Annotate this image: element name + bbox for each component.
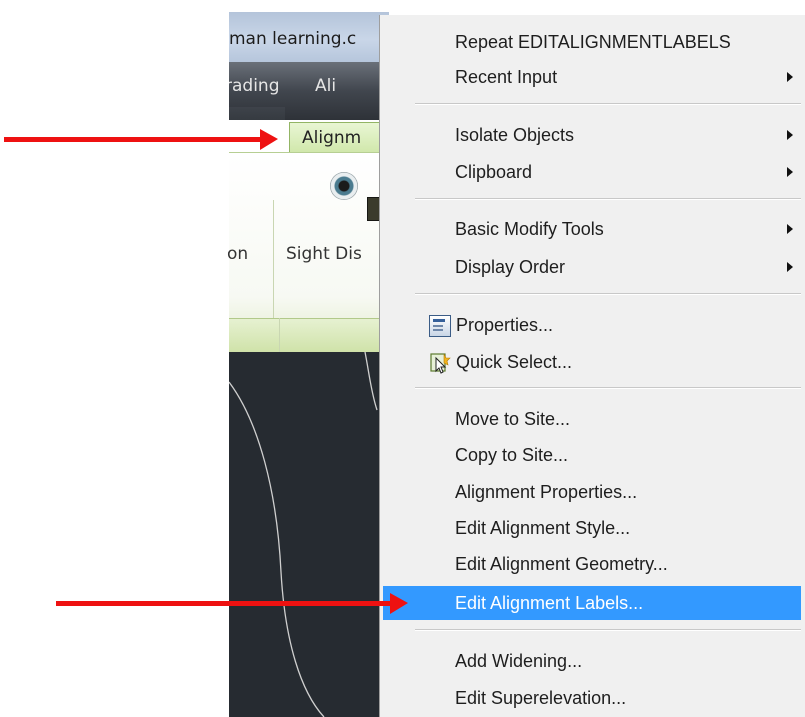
ribbon-tab-bar: rading Ali (229, 62, 389, 120)
title-bar: man learning.c (229, 12, 389, 62)
menu-item-edit-alignment-labels[interactable]: Edit Alignment Labels... (383, 586, 801, 620)
submenu-arrow-icon (787, 224, 793, 234)
quick-select-icon (430, 353, 451, 374)
menu-item-edit-alignment-geometry[interactable]: Edit Alignment Geometry... (383, 549, 801, 579)
submenu-arrow-icon (787, 262, 793, 272)
sight-distance-icon[interactable] (330, 172, 358, 200)
ribbon-label-sight-distance[interactable]: Sight Dis (286, 244, 362, 264)
ribbon-label-partial[interactable]: on (227, 244, 248, 264)
menu-item-copy-to-site[interactable]: Copy to Site... (383, 440, 801, 470)
menu-item-edit-superelevation[interactable]: Edit Superelevation... (383, 683, 801, 713)
menu-item-isolate-objects[interactable]: Isolate Objects (383, 120, 801, 150)
tab-alignment-partial[interactable]: Ali (315, 76, 336, 96)
drawing-area[interactable] (229, 352, 389, 717)
menu-separator (415, 293, 801, 295)
menu-item-add-widening[interactable]: Add Widening... (383, 646, 801, 676)
menu-item-clipboard[interactable]: Clipboard (383, 157, 801, 187)
submenu-arrow-icon (787, 167, 793, 177)
menu-separator (415, 387, 801, 389)
menu-item-repeat[interactable]: Repeat EDITALIGNMENTLABELS (383, 27, 801, 57)
annotation-arrow-menu-item (56, 593, 408, 614)
menu-item-move-to-site[interactable]: Move to Site... (383, 404, 801, 434)
menu-separator (415, 198, 801, 200)
menu-separator (415, 103, 801, 105)
menu-item-properties[interactable]: Properties... (383, 310, 801, 340)
menu-item-display-order[interactable]: Display Order (383, 252, 801, 282)
window-title: man learning.c (229, 29, 357, 49)
alignment-line (229, 352, 378, 717)
menu-item-basic-modify-tools[interactable]: Basic Modify Tools (383, 214, 801, 244)
tab-previous[interactable] (229, 107, 285, 120)
submenu-arrow-icon (787, 130, 793, 140)
menu-item-alignment-properties[interactable]: Alignment Properties... (383, 477, 801, 507)
menu-item-quick-select[interactable]: Quick Select... (383, 347, 801, 377)
ribbon-footer-divider (279, 318, 280, 352)
tab-grading[interactable]: rading (229, 76, 280, 96)
annotation-arrow-tab (4, 129, 278, 150)
menu-separator (415, 629, 801, 631)
menu-item-recent-input[interactable]: Recent Input (383, 62, 801, 92)
context-menu-items: Repeat EDITALIGNMENTLABELS Recent Input … (379, 0, 805, 717)
ribbon-panel-footer (229, 318, 389, 353)
menu-item-edit-alignment-style[interactable]: Edit Alignment Style... (383, 513, 801, 543)
properties-icon (429, 315, 451, 337)
submenu-arrow-icon (787, 72, 793, 82)
